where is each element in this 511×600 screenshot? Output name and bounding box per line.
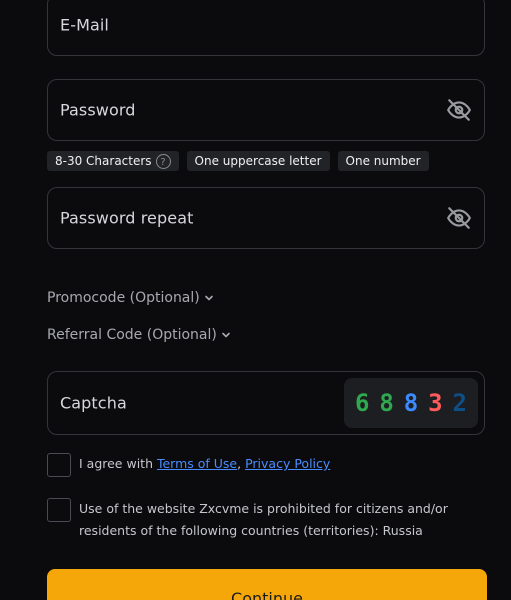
terms-text: I agree with Terms of Use, Privacy Polic… bbox=[79, 453, 330, 475]
terms-prefix: I agree with bbox=[79, 456, 157, 471]
captcha-field[interactable]: Captcha 6 8 8 3 2 bbox=[47, 371, 485, 435]
referral-code-toggle[interactable]: Referral Code (Optional) bbox=[47, 327, 231, 343]
captcha-digit: 8 bbox=[379, 389, 394, 417]
password-repeat-placeholder: Password repeat bbox=[60, 208, 194, 228]
eye-off-icon[interactable] bbox=[446, 97, 472, 123]
password-placeholder: Password bbox=[60, 100, 136, 120]
captcha-digit: 8 bbox=[403, 389, 419, 417]
captcha-digit: 6 bbox=[354, 389, 370, 417]
hint-uppercase: One uppercase letter bbox=[186, 151, 330, 171]
hint-number: One number bbox=[337, 151, 429, 171]
hint-number-label: One number bbox=[345, 154, 421, 168]
password-requirements: 8-30 Characters ? One uppercase letter O… bbox=[47, 151, 429, 171]
email-field[interactable]: E-Mail bbox=[47, 0, 485, 56]
hint-length-label: 8-30 Characters bbox=[55, 154, 152, 168]
password-field[interactable]: Password bbox=[47, 79, 485, 141]
email-placeholder: E-Mail bbox=[60, 15, 109, 35]
captcha-placeholder: Captcha bbox=[60, 393, 127, 413]
terms-of-use-link[interactable]: Terms of Use bbox=[157, 456, 237, 471]
restriction-row: Use of the website Zxcvme is prohibited … bbox=[47, 498, 487, 542]
hint-length: 8-30 Characters ? bbox=[47, 151, 179, 171]
chevron-down-icon bbox=[204, 295, 213, 301]
restriction-checkbox[interactable] bbox=[47, 498, 71, 522]
terms-separator: , bbox=[237, 456, 246, 471]
continue-button[interactable]: Continue bbox=[47, 569, 487, 600]
promocode-toggle-label: Promocode (Optional) bbox=[47, 290, 200, 306]
eye-off-icon[interactable] bbox=[446, 205, 472, 231]
signup-form: E-Mail Password 8-30 Characters ? One up… bbox=[0, 0, 511, 600]
privacy-policy-link[interactable]: Privacy Policy bbox=[245, 456, 330, 471]
captcha-image[interactable]: 6 8 8 3 2 bbox=[344, 378, 478, 428]
captcha-digit: 2 bbox=[452, 389, 467, 417]
password-repeat-field[interactable]: Password repeat bbox=[47, 187, 485, 249]
referral-toggle-label: Referral Code (Optional) bbox=[47, 327, 217, 343]
promocode-toggle[interactable]: Promocode (Optional) bbox=[47, 290, 214, 306]
chevron-down-icon bbox=[222, 332, 230, 338]
terms-checkbox[interactable] bbox=[47, 453, 71, 477]
terms-agreement-row: I agree with Terms of Use, Privacy Polic… bbox=[47, 453, 487, 477]
question-circle-icon[interactable]: ? bbox=[155, 153, 171, 169]
hint-uppercase-label: One uppercase letter bbox=[194, 154, 322, 168]
restriction-text: Use of the website Zxcvme is prohibited … bbox=[79, 501, 448, 538]
captcha-digit: 3 bbox=[428, 389, 443, 417]
